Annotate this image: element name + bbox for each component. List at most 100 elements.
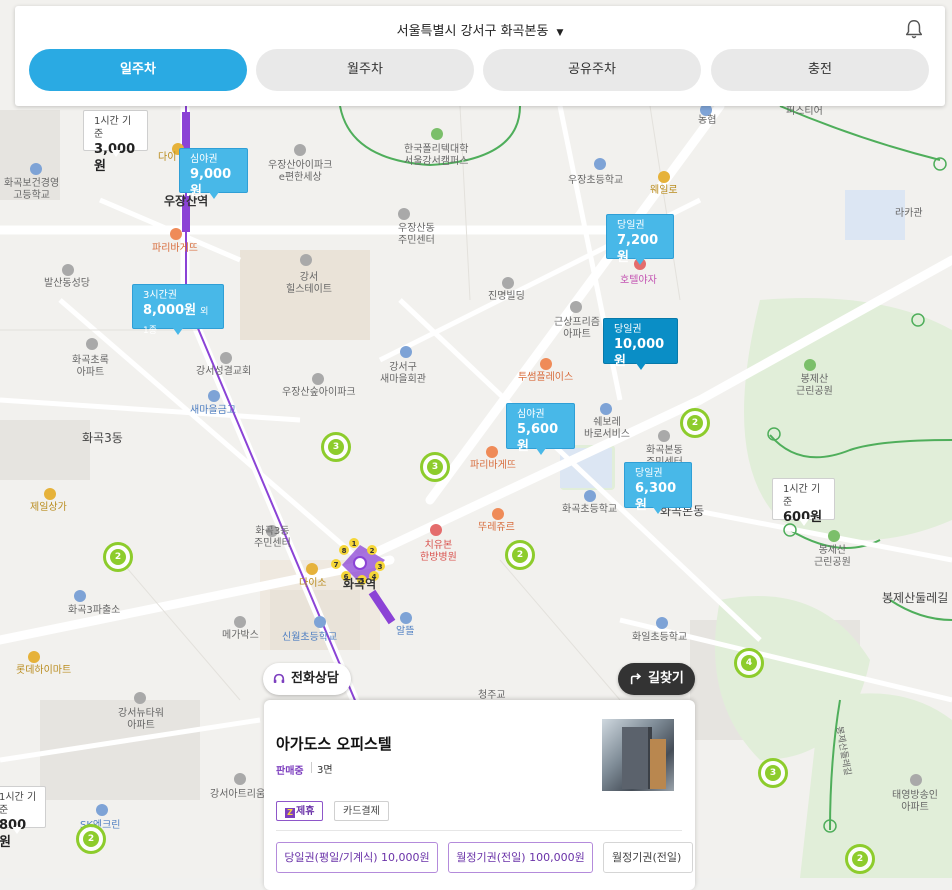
map-label: 뚜레쥬르	[478, 522, 515, 533]
store-icon	[400, 612, 412, 624]
map-label: 화곡초등학교	[562, 504, 618, 515]
office-icon	[400, 346, 412, 358]
map-label: 웨일로	[650, 185, 678, 196]
store-icon	[306, 563, 318, 575]
price-marker[interactable]: 1시간 기준 3,000원	[83, 110, 148, 174]
price-marker[interactable]: 당일권 6,300원	[624, 462, 692, 514]
bakery-icon	[486, 446, 498, 458]
top-header: 서울특별시 강서구 화곡본동 ▼ 일주차 월주차 공유주차 충전	[15, 6, 945, 106]
parking-cluster[interactable]: 3	[321, 432, 351, 462]
svg-text:3: 3	[378, 563, 383, 571]
parking-cluster[interactable]: 2	[76, 824, 106, 854]
map-label: 우장초등학교	[568, 175, 624, 186]
price-marker-selected[interactable]: 당일권 10,000원	[603, 318, 678, 370]
map-label: 퍼스티어	[786, 106, 823, 117]
school-icon	[584, 490, 596, 502]
card-payment-tag: 카드결제	[334, 801, 389, 821]
apartment-icon	[910, 774, 922, 786]
location-selector[interactable]: 서울특별시 강서구 화곡본동 ▼	[15, 20, 945, 39]
directions-button[interactable]: 길찾기	[618, 663, 695, 695]
map-label: 발산동성당	[44, 278, 90, 289]
map-label: 근상프리즘 아파트	[554, 317, 600, 340]
map-label-station: 화곡역	[343, 577, 377, 591]
parking-cluster[interactable]: 2	[505, 540, 535, 570]
map-label: 신월초등학교	[282, 632, 338, 643]
headset-icon	[273, 673, 285, 683]
parking-lot-photo[interactable]	[602, 719, 674, 791]
school-icon	[314, 616, 326, 628]
map-label: 화곡3동	[82, 431, 123, 445]
map-label: 롯데하이마트	[16, 665, 72, 676]
map-label: 제일상가	[30, 502, 67, 513]
location-text: 서울특별시 강서구 화곡본동	[396, 24, 549, 39]
bell-icon[interactable]	[903, 18, 925, 40]
school-icon	[431, 128, 443, 140]
map-label: 강서아트리움	[210, 789, 266, 800]
cafe-icon	[540, 358, 552, 370]
turn-right-icon	[630, 673, 642, 685]
tab-shared-parking[interactable]: 공유주차	[483, 49, 701, 91]
parking-cluster[interactable]: 3	[758, 758, 788, 788]
tab-ev-charging[interactable]: 충전	[711, 49, 929, 91]
hospital-icon	[430, 524, 442, 536]
svg-text:7: 7	[334, 561, 339, 569]
building-icon	[300, 254, 312, 266]
space-count: 3면	[317, 765, 333, 776]
tab-monthly-parking[interactable]: 월주차	[256, 49, 474, 91]
map-label: 봉제산 근린공원	[814, 545, 851, 568]
map-label: 화일초등학교	[632, 632, 688, 643]
svg-text:2: 2	[370, 547, 375, 555]
partner-tag: Z 제휴	[276, 801, 324, 821]
school-icon	[30, 163, 42, 175]
parking-cluster[interactable]: 3	[420, 452, 450, 482]
map-label: 화곡보건경영 고등학교	[4, 178, 60, 201]
apartment-icon	[570, 301, 582, 313]
tab-daily-parking[interactable]: 일주차	[29, 49, 247, 91]
map-label: 다이소	[299, 578, 327, 589]
ticket-option[interactable]: 월정기권(전일)	[603, 842, 693, 873]
map-label: 새마을금고	[190, 405, 236, 416]
park-icon	[804, 359, 816, 371]
store-icon	[658, 171, 670, 183]
police-icon	[74, 590, 86, 602]
ticket-option[interactable]: 당일권(평일/기계식) 10,000원	[276, 842, 438, 873]
map-label: 치유본 한방병원	[420, 540, 457, 563]
parking-lot-card[interactable]: 아가도스 오피스텔 판매중 3면 Z 제휴 카드결제 당일권(평일/기계식) 10…	[264, 700, 695, 890]
parking-cluster[interactable]: 2	[845, 844, 875, 874]
building-icon	[502, 277, 514, 289]
map-label: 우장산숲아이파크	[282, 387, 356, 398]
bank-icon	[208, 390, 220, 402]
map-label: 쉐보레 바로서비스	[584, 417, 630, 440]
divider	[311, 762, 312, 773]
parking-cluster[interactable]: 4	[734, 648, 764, 678]
store-icon	[28, 651, 40, 663]
parking-cluster[interactable]: 2	[680, 408, 710, 438]
apartment-icon	[234, 773, 246, 785]
park-icon	[828, 530, 840, 542]
map-label: 봉제산 근린공원	[796, 374, 833, 397]
svg-text:8: 8	[342, 547, 347, 555]
bakery-icon	[492, 508, 504, 520]
price-marker[interactable]: 3시간권 8,000원 외 1종	[132, 284, 224, 336]
map-label: 강서뉴타워 아파트	[118, 708, 164, 731]
ticket-option[interactable]: 월정기권(전일) 100,000원	[448, 842, 593, 873]
price-marker[interactable]: 1시간 기준 600원	[772, 478, 835, 526]
map-label: 강서구 새마을회관	[380, 362, 426, 385]
map-label: 강서 힐스테이트	[286, 272, 332, 295]
price-marker[interactable]: 당일권 7,200원	[606, 214, 674, 265]
map-label: 메가박스	[222, 630, 259, 641]
price-marker[interactable]: 심야권 5,600원	[506, 403, 575, 455]
phone-consult-button[interactable]: 전화상담	[263, 663, 351, 695]
parking-cluster[interactable]: 2	[103, 542, 133, 572]
building-icon	[398, 208, 410, 220]
map-label: 라카관	[895, 208, 923, 219]
map-label: 화곡초록 아파트	[72, 355, 109, 378]
parking-lot-name: 아가도스 오피스텔	[276, 735, 392, 753]
status-badge: 판매중	[276, 766, 304, 777]
map-label: 알뜰	[396, 626, 415, 637]
map-label: 투썸플레이스	[518, 372, 574, 383]
phone-consult-label: 전화상담	[291, 671, 339, 686]
repair-icon	[600, 403, 612, 415]
price-marker[interactable]: 1시간 기준 800원	[0, 786, 46, 850]
price-marker[interactable]: 심야권 9,000원	[179, 148, 248, 199]
